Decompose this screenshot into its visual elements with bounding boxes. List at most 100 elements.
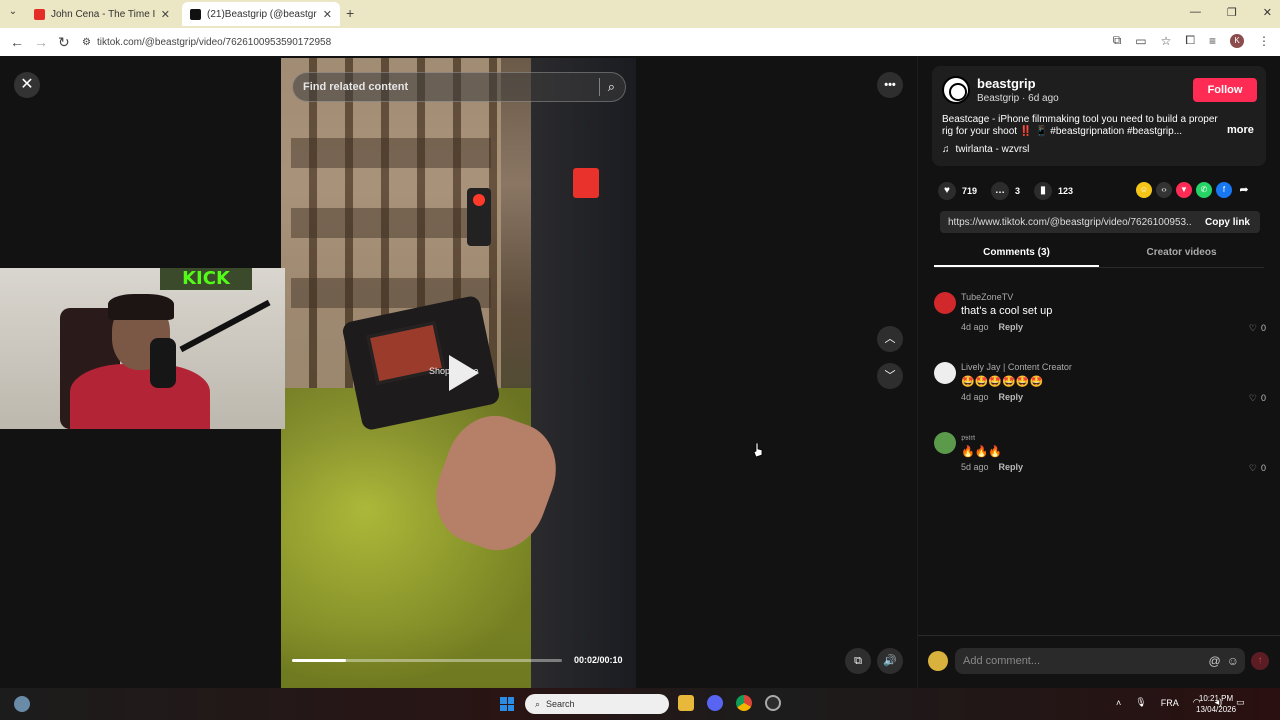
avatar[interactable]	[934, 432, 956, 454]
tab-search-icon[interactable]: ⌄	[6, 6, 20, 20]
volume-icon[interactable]: 🔊	[877, 648, 903, 674]
discord-icon[interactable]	[707, 695, 723, 711]
more-options-icon[interactable]: •••	[877, 72, 903, 98]
comment-author[interactable]: Lively Jay | Content Creator	[961, 362, 1072, 372]
list-item: TubeZoneTV that's a cool set up 4d ago R…	[934, 292, 1268, 352]
video-progress-bar[interactable]	[292, 659, 562, 662]
list-item: Lively Jay | Content Creator 🤩🤩🤩🤩🤩🤩 4d a…	[934, 362, 1268, 422]
comment-like-button[interactable]: ♡ 0	[1249, 463, 1266, 474]
minimize-icon[interactable]: —	[1190, 6, 1201, 19]
taskbar-search-label: Search	[546, 699, 575, 709]
panel-tabs: Comments (3) Creator videos	[934, 242, 1264, 268]
avatar[interactable]	[934, 292, 956, 314]
back-icon[interactable]: ←	[10, 34, 24, 50]
close-tab-icon[interactable]: ✕	[323, 8, 332, 21]
comment-author[interactable]: 𝔭𝔰𝔪	[961, 432, 975, 443]
forward-icon[interactable]: →	[34, 34, 48, 50]
kick-logo: KICK	[160, 268, 252, 290]
reply-button[interactable]: Reply	[999, 392, 1024, 402]
facebook-icon[interactable]: f	[1216, 182, 1232, 198]
browser-tab-tiktok[interactable]: (21)Beastgrip (@beastgrip) | Tik ✕	[182, 2, 340, 26]
comment-like-button[interactable]: ♡ 0	[1249, 323, 1266, 334]
username[interactable]: beastgrip	[977, 76, 1036, 91]
microphone-icon[interactable]: 🎙	[1135, 697, 1146, 708]
comment-author[interactable]: TubeZoneTV	[961, 292, 1013, 302]
music-note-icon: ♫	[942, 144, 950, 155]
avatar[interactable]	[942, 76, 970, 104]
bookmark-star-icon[interactable]: ☆	[1161, 34, 1172, 48]
site-info-icon[interactable]: ⚙	[82, 37, 91, 48]
comment-meta: 5d ago Reply	[961, 462, 1023, 472]
comment-text: that's a cool set up	[961, 305, 1053, 317]
reading-list-icon[interactable]: ≡	[1209, 34, 1216, 48]
post-description: Beastcage - iPhone filmmaking tool you n…	[942, 114, 1218, 137]
share-icon[interactable]: ➦	[1236, 182, 1252, 198]
restore-icon[interactable]: ❐	[1227, 6, 1237, 19]
language-indicator[interactable]: FRA	[1161, 698, 1179, 708]
browser-menu-icon[interactable]: ⋮	[1258, 34, 1270, 48]
comment-like-count: 0	[1260, 463, 1266, 473]
comment-icon: …	[991, 182, 1010, 200]
post-comment-button[interactable]: ↑	[1251, 652, 1269, 670]
new-tab-button[interactable]: +	[346, 5, 354, 21]
video-player[interactable]: ⌕ Shop Phone 00:02/00:10	[281, 58, 636, 688]
send-to-friends-icon[interactable]: ▼	[1176, 182, 1192, 198]
extensions-icon[interactable]: ⧠	[1185, 33, 1195, 48]
address-bar[interactable]: ⚙ tiktok.com/@beastgrip/video/7626100953…	[82, 31, 1092, 53]
embed-icon[interactable]: ‹›	[1156, 182, 1172, 198]
window-controls: — ❐ ✕	[1190, 6, 1272, 19]
whatsapp-icon[interactable]: ✆	[1196, 182, 1212, 198]
emoji-icon[interactable]: ☺	[1227, 654, 1239, 668]
share-row: ☺ ‹› ▼ ✆ f ➦	[1136, 182, 1252, 198]
save-button[interactable]: ▮ 123	[1034, 182, 1073, 200]
chevron-up-icon[interactable]: ︿	[877, 326, 903, 352]
chrome-icon[interactable]	[736, 695, 752, 711]
heart-outline-icon: ♡	[1248, 393, 1257, 403]
reload-icon[interactable]: ↻	[58, 34, 70, 51]
divider	[598, 78, 600, 96]
mention-icon[interactable]: @	[1209, 654, 1221, 668]
related-search-input[interactable]	[303, 81, 591, 93]
close-window-icon[interactable]: ✕	[1263, 6, 1272, 19]
weather-widget-icon[interactable]	[14, 696, 30, 712]
taskbar-clock[interactable]: 10:21 PM 13/04/2026	[1196, 693, 1236, 715]
clock-date: 13/04/2026	[1196, 705, 1237, 714]
close-icon[interactable]: ✕	[14, 72, 40, 98]
like-button[interactable]: ♥ 719	[938, 182, 977, 200]
webcam-body	[70, 364, 210, 429]
comment-meta: 4d ago Reply	[961, 392, 1023, 402]
app-icon[interactable]	[765, 695, 781, 711]
battery-icon[interactable]: ▭	[1236, 697, 1245, 708]
details-panel: beastgrip Beastgrip · 6d ago Follow Beas…	[917, 56, 1280, 688]
tab-creator-videos[interactable]: Creator videos	[1099, 242, 1264, 267]
comment-button[interactable]: … 3	[991, 182, 1020, 200]
close-tab-icon[interactable]: ✕	[161, 8, 170, 21]
reply-button[interactable]: Reply	[999, 462, 1024, 472]
floating-player-icon[interactable]: ⧉	[845, 648, 871, 674]
tab-comments[interactable]: Comments (3)	[934, 242, 1099, 267]
comment-like-button[interactable]: ♡ 0	[1249, 393, 1266, 404]
browser-tab-youtube[interactable]: John Cena - The Time Is Now ( ✕	[26, 2, 178, 26]
copy-link-button[interactable]: Copy link	[1205, 217, 1250, 228]
avatar[interactable]	[934, 362, 956, 384]
video-frame-traffic-light	[467, 188, 491, 246]
translate-icon[interactable]: ⧉	[1113, 33, 1122, 48]
windows-start-icon[interactable]	[500, 697, 514, 711]
chevron-up-icon[interactable]: ˄	[1116, 698, 1121, 708]
more-link[interactable]: more	[1227, 124, 1254, 136]
repost-icon[interactable]: ☺	[1136, 182, 1152, 198]
music-row[interactable]: ♫ twirlanta - wzvrsl	[942, 144, 1029, 155]
comment-input[interactable]	[963, 655, 1203, 667]
follow-button[interactable]: Follow	[1193, 78, 1257, 102]
profile-avatar[interactable]: K	[1230, 33, 1244, 48]
search-icon[interactable]: ⌕	[608, 79, 615, 95]
chevron-down-icon[interactable]: ﹀	[877, 363, 903, 389]
shop-label: Shop Phone	[429, 366, 479, 376]
video-progress-fill	[292, 659, 346, 662]
reply-button[interactable]: Reply	[999, 322, 1024, 332]
cast-icon[interactable]: ▭	[1135, 34, 1146, 48]
clock-time: 10:21 PM	[1198, 694, 1234, 703]
streamer-webcam-overlay: KICK	[0, 268, 285, 429]
file-explorer-icon[interactable]	[678, 695, 694, 711]
taskbar-search[interactable]: ⌕ Search	[525, 694, 669, 714]
